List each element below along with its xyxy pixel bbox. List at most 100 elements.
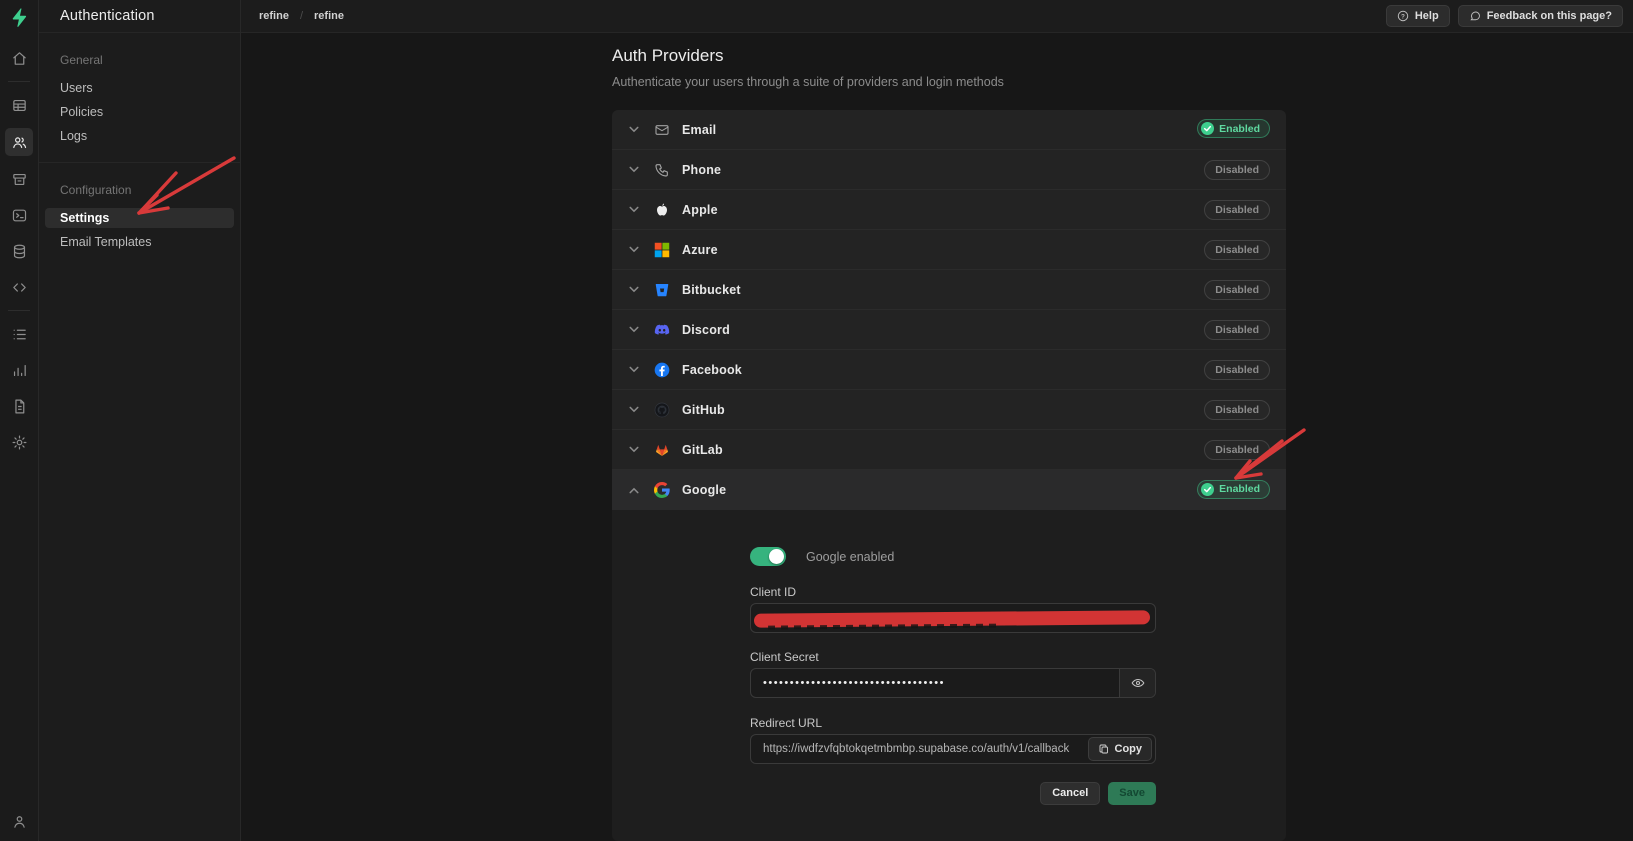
reveal-secret-button[interactable] — [1119, 669, 1155, 697]
redaction-scribble — [754, 610, 1150, 627]
gitlab-disabled-badge: Disabled — [1204, 440, 1270, 460]
logs-icon[interactable] — [6, 321, 32, 347]
breadcrumb-org[interactable]: refine — [259, 10, 289, 22]
storage-icon[interactable] — [6, 166, 32, 192]
email-enabled-badge: Enabled — [1197, 119, 1270, 138]
sidebar-item-settings[interactable]: Settings — [45, 208, 234, 228]
database-icon[interactable] — [6, 238, 32, 264]
provider-row-discord[interactable]: DiscordDisabled — [612, 310, 1286, 350]
phone-icon — [652, 160, 672, 180]
sidebar-heading-configuration: Configuration — [39, 183, 240, 197]
provider-name: Apple — [682, 203, 718, 217]
chevron-up-icon — [628, 487, 640, 494]
status-badge: Disabled — [1204, 440, 1270, 460]
provider-name: Email — [682, 123, 716, 137]
supabase-logo[interactable] — [0, 0, 38, 34]
breadcrumb-project[interactable]: refine — [314, 10, 344, 22]
feedback-button[interactable]: Feedback on this page? — [1458, 5, 1623, 27]
google-icon — [652, 480, 672, 500]
google-enabled-toggle[interactable] — [750, 547, 786, 566]
status-badge: Enabled — [1197, 480, 1270, 501]
provider-row-azure[interactable]: Azure Disabled — [612, 230, 1286, 270]
cancel-button[interactable]: Cancel — [1040, 782, 1100, 805]
sidebar-item-users[interactable]: Users — [45, 78, 234, 98]
provider-name: Azure — [682, 243, 718, 257]
google-enabled-label: Google enabled — [806, 550, 894, 564]
sidebar-item-email-templates[interactable]: Email Templates — [45, 232, 234, 252]
google-provider-panel: Google enabled Client ID Client Secret •… — [612, 510, 1286, 841]
breadcrumb-separator: / — [300, 10, 303, 22]
email-icon — [652, 120, 672, 140]
client-id-input[interactable] — [750, 603, 1156, 633]
nav-rail — [0, 0, 39, 841]
page-subtitle: Authenticate your users through a suite … — [612, 75, 1004, 89]
copy-button[interactable]: Copy — [1088, 737, 1153, 761]
provider-name: Google — [682, 483, 726, 497]
google-enabled-badge: Enabled — [1197, 480, 1270, 499]
azure-icon — [652, 240, 672, 260]
provider-row-email[interactable]: Email Enabled — [612, 110, 1286, 150]
status-badge: Enabled — [1197, 119, 1270, 140]
sql-editor-icon[interactable] — [6, 202, 32, 228]
bitbucket-icon — [652, 280, 672, 300]
providers-list: EmailEnabledPhoneDisabledAppleDisabledAz… — [612, 110, 1286, 510]
provider-name: GitHub — [682, 403, 725, 417]
client-secret-value: •••••••••••••••••••••••••••••••••• — [763, 669, 1083, 697]
sidebar-title: Authentication — [39, 0, 240, 33]
provider-row-bitbucket[interactable]: Bitbucket Disabled — [612, 270, 1286, 310]
status-badge: Disabled — [1204, 200, 1270, 220]
help-button[interactable]: ? Help — [1386, 5, 1450, 27]
client-secret-label: Client Secret — [750, 650, 819, 664]
provider-row-apple[interactable]: Apple Disabled — [612, 190, 1286, 230]
chevron-down-icon — [628, 246, 640, 253]
chevron-down-icon — [628, 286, 640, 293]
apple-disabled-badge: Disabled — [1204, 200, 1270, 220]
facebook-disabled-badge: Disabled — [1204, 360, 1270, 380]
provider-row-phone[interactable]: Phone Disabled — [612, 150, 1286, 190]
copy-icon — [1098, 743, 1110, 755]
chevron-down-icon — [628, 126, 640, 133]
provider-row-google[interactable]: Google Enabled — [612, 470, 1286, 510]
docs-icon[interactable] — [6, 393, 32, 419]
provider-name: Facebook — [682, 363, 742, 377]
github-icon — [652, 400, 672, 420]
redirect-url-label: Redirect URL — [750, 716, 822, 730]
table-editor-icon[interactable] — [6, 92, 32, 118]
toggle-knob — [769, 549, 784, 564]
page-title: Auth Providers — [612, 46, 724, 66]
status-badge: Disabled — [1204, 160, 1270, 180]
sidebar-item-logs[interactable]: Logs — [45, 126, 234, 146]
sidebar-item-policies[interactable]: Policies — [45, 102, 234, 122]
top-bar: refine / refine ? Help Feedback on this … — [241, 0, 1633, 33]
home-icon[interactable] — [6, 45, 32, 71]
reports-icon[interactable] — [6, 357, 32, 383]
account-icon[interactable] — [6, 808, 32, 834]
redirect-url-input: https://iwdfzvfqbtokqetmbmbp.supabase.co… — [750, 734, 1156, 764]
client-secret-input[interactable]: •••••••••••••••••••••••••••••••••• — [750, 668, 1156, 698]
rail-divider — [8, 310, 30, 311]
save-button[interactable]: Save — [1108, 782, 1156, 805]
provider-row-gitlab[interactable]: GitLab Disabled — [612, 430, 1286, 470]
apple-icon — [652, 200, 672, 220]
eye-icon — [1131, 676, 1145, 690]
provider-row-github[interactable]: GitHub Disabled — [612, 390, 1286, 430]
azure-disabled-badge: Disabled — [1204, 240, 1270, 260]
github-disabled-badge: Disabled — [1204, 400, 1270, 420]
sidebar-heading-general: General — [39, 53, 240, 67]
auth-icon[interactable] — [5, 128, 33, 156]
provider-row-facebook[interactable]: Facebook Disabled — [612, 350, 1286, 390]
chevron-down-icon — [628, 326, 640, 333]
help-icon: ? — [1397, 10, 1409, 22]
redirect-url-value: https://iwdfzvfqbtokqetmbmbp.supabase.co… — [763, 735, 1069, 763]
provider-name: GitLab — [682, 443, 723, 457]
provider-name: Phone — [682, 163, 721, 177]
chevron-down-icon — [628, 366, 640, 373]
api-icon[interactable] — [6, 274, 32, 300]
status-badge: Disabled — [1204, 280, 1270, 300]
discord-disabled-badge: Disabled — [1204, 320, 1270, 340]
client-id-label: Client ID — [750, 585, 796, 599]
chevron-down-icon — [628, 206, 640, 213]
settings-icon[interactable] — [6, 429, 32, 455]
provider-name: Bitbucket — [682, 283, 741, 297]
svg-text:?: ? — [1401, 13, 1405, 20]
